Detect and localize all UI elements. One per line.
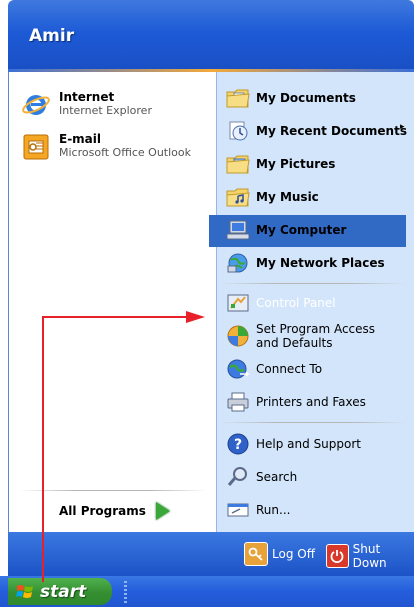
- start-button[interactable]: start: [8, 578, 112, 605]
- folder-pictures-icon: [226, 155, 250, 174]
- power-icon: [326, 544, 349, 568]
- taskbar-grip[interactable]: [124, 581, 127, 603]
- svg-text:?: ?: [234, 437, 242, 453]
- menu-item-my-pictures[interactable]: My Pictures: [226, 153, 335, 175]
- start-menu-footer: Log Off Shut Down: [8, 532, 414, 576]
- start-label: start: [40, 581, 87, 602]
- menu-item-connect-to[interactable]: Connect To: [226, 358, 322, 380]
- menu-item-run[interactable]: Run...: [226, 499, 290, 521]
- run-icon: [227, 503, 249, 517]
- divider: [220, 283, 406, 284]
- menu-item-label: My Music: [256, 190, 319, 204]
- recent-documents-icon: [229, 121, 248, 141]
- pinned-subtitle: Microsoft Office Outlook: [59, 146, 191, 159]
- menu-item-set-program-access[interactable]: Set Program Access and Defaults: [226, 322, 398, 350]
- menu-item-my-network-places[interactable]: My Network Places: [226, 252, 385, 274]
- menu-item-label: Search: [256, 470, 298, 484]
- menu-item-search[interactable]: Search: [226, 466, 297, 488]
- menu-item-my-music[interactable]: My Music: [226, 186, 319, 208]
- menu-item-help-and-support[interactable]: ? Help and Support: [226, 433, 361, 455]
- pinned-title: Internet: [59, 90, 115, 104]
- menu-item-my-recent-documents[interactable]: My Recent Documents: [226, 120, 407, 142]
- log-off-label: Log Off: [272, 547, 315, 561]
- menu-item-label: Printers and Faxes: [256, 395, 366, 409]
- windows-logo-icon: [16, 584, 33, 598]
- menu-item-printers-and-faxes[interactable]: Printers and Faxes: [226, 391, 366, 413]
- menu-item-label: My Pictures: [256, 157, 336, 171]
- menu-item-label: My Documents: [256, 91, 356, 105]
- divider: [220, 422, 406, 423]
- menu-item-label: My Recent Documents: [256, 124, 407, 138]
- key-icon: [244, 542, 268, 566]
- internet-explorer-icon: [22, 95, 50, 115]
- menu-item-label: My Computer: [256, 223, 347, 237]
- all-programs-label: All Programs: [59, 504, 146, 518]
- connect-to-icon: [227, 359, 250, 379]
- program-access-icon: [227, 325, 249, 347]
- green-arrow-icon: [155, 502, 170, 520]
- search-icon: [227, 467, 247, 486]
- folder-music-icon: [226, 188, 250, 207]
- log-off-button[interactable]: Log Off: [244, 542, 315, 566]
- shut-down-label: Shut Down: [352, 542, 387, 570]
- menu-item-my-computer[interactable]: My Computer: [226, 219, 346, 241]
- right-pane-items: My Documents My Recent Documents ▸ My Pi…: [216, 0, 414, 532]
- printers-icon: [227, 392, 249, 412]
- computer-icon: [226, 220, 250, 240]
- shut-down-button[interactable]: Shut Down: [326, 542, 414, 570]
- menu-item-label: Set Program Access and Defaults: [256, 322, 376, 350]
- user-name: Amir: [29, 26, 75, 46]
- menu-item-label: Control Panel: [256, 296, 336, 310]
- menu-item-label: Help and Support: [256, 437, 361, 451]
- menu-item-label: My Network Places: [256, 256, 385, 270]
- pinned-item-email[interactable]: E-mail Microsoft Office Outlook: [21, 132, 191, 162]
- pinned-title: E-mail: [59, 132, 102, 146]
- outlook-icon: [23, 134, 49, 160]
- all-programs-button[interactable]: All Programs: [59, 502, 170, 520]
- divider: [19, 490, 207, 491]
- taskbar: start: [0, 576, 414, 607]
- menu-item-my-documents[interactable]: My Documents: [226, 87, 356, 109]
- menu-item-label: Run...: [256, 503, 291, 517]
- left-pane: Internet Internet Explorer E-mail Micros…: [8, 72, 217, 532]
- pinned-subtitle: Internet Explorer: [59, 104, 152, 117]
- network-places-icon: [227, 253, 248, 273]
- control-panel-icon: [227, 294, 249, 312]
- folder-documents-icon: [226, 89, 250, 108]
- help-icon: ?: [227, 433, 249, 455]
- menu-item-label: Connect To: [256, 362, 323, 376]
- submenu-arrow-icon: ▸: [400, 122, 405, 132]
- menu-item-control-panel[interactable]: Control Panel: [226, 292, 336, 314]
- pinned-item-internet[interactable]: Internet Internet Explorer: [21, 90, 152, 120]
